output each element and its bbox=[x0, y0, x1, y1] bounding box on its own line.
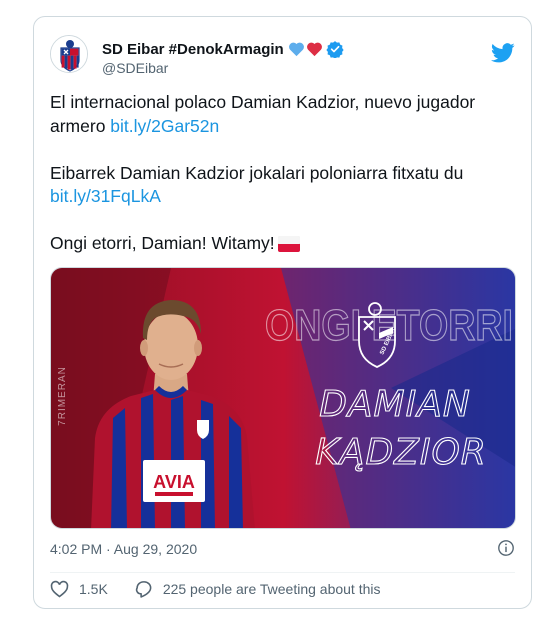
display-name[interactable]: SD Eibar #DenokArmagin bbox=[102, 41, 284, 58]
club-crest-icon bbox=[51, 36, 87, 72]
media-vertical-text: 7RIMERAN bbox=[57, 366, 68, 426]
welcome-graphic: 7RIMERAN ONGI ETORRI SD EIBAR DAMIAN KĄD… bbox=[51, 268, 515, 528]
tweet-header: SD Eibar #DenokArmagin @SDEibar bbox=[50, 33, 515, 77]
tweet-text: El internacional polaco Damian Kadzior, … bbox=[50, 91, 520, 256]
tweet-paragraph-3: Ongi etorri, Damian! Witamy! bbox=[50, 232, 520, 256]
conversation-link[interactable]: 225 people are Tweeting about this bbox=[134, 580, 381, 598]
media-first-name: DAMIAN bbox=[319, 384, 471, 425]
like-button[interactable]: 1.5K bbox=[50, 580, 108, 598]
like-heart-icon bbox=[50, 580, 69, 598]
like-count: 1.5K bbox=[79, 581, 108, 597]
tweet-paragraph-1: El internacional polaco Damian Kadzior, … bbox=[50, 91, 520, 138]
tweet-text-line3: Ongi etorri, Damian! Witamy! bbox=[50, 233, 275, 253]
twitter-bird-icon[interactable] bbox=[491, 43, 515, 63]
polish-flag-icon bbox=[277, 236, 300, 252]
tweet-paragraph-2: Eibarrek Damian Kadzior jokalari polonia… bbox=[50, 162, 520, 209]
media-sponsor: AVIA bbox=[153, 472, 195, 492]
blue-heart-icon bbox=[288, 42, 304, 57]
divider bbox=[50, 572, 515, 573]
tweet-card: SD Eibar #DenokArmagin @SDEibar El inter… bbox=[33, 16, 532, 609]
tweet-actions: 1.5K 225 people are Tweeting about this bbox=[50, 580, 381, 598]
tweet-link-1[interactable]: bit.ly/2Gar52n bbox=[110, 116, 219, 136]
verified-badge-icon bbox=[326, 41, 344, 58]
handle[interactable]: @SDEibar bbox=[102, 60, 344, 76]
red-heart-icon bbox=[306, 42, 322, 57]
media-last-name: KĄDZIOR bbox=[315, 432, 487, 473]
heart-emojis bbox=[288, 41, 323, 57]
author-block: SD Eibar #DenokArmagin @SDEibar bbox=[102, 39, 344, 76]
tweet-link-2[interactable]: bit.ly/31FqLkA bbox=[50, 186, 161, 206]
tweet-timestamp[interactable]: 4:02 PM · Aug 29, 2020 bbox=[50, 541, 197, 557]
info-icon[interactable] bbox=[497, 539, 515, 557]
conversation-text: 225 people are Tweeting about this bbox=[162, 581, 381, 597]
tweet-media-image[interactable]: 7RIMERAN ONGI ETORRI SD EIBAR DAMIAN KĄD… bbox=[50, 267, 516, 529]
tweet-text-line2: Eibarrek Damian Kadzior jokalari polonia… bbox=[50, 162, 464, 183]
avatar[interactable] bbox=[50, 35, 88, 73]
reply-bubble-icon bbox=[135, 581, 152, 598]
